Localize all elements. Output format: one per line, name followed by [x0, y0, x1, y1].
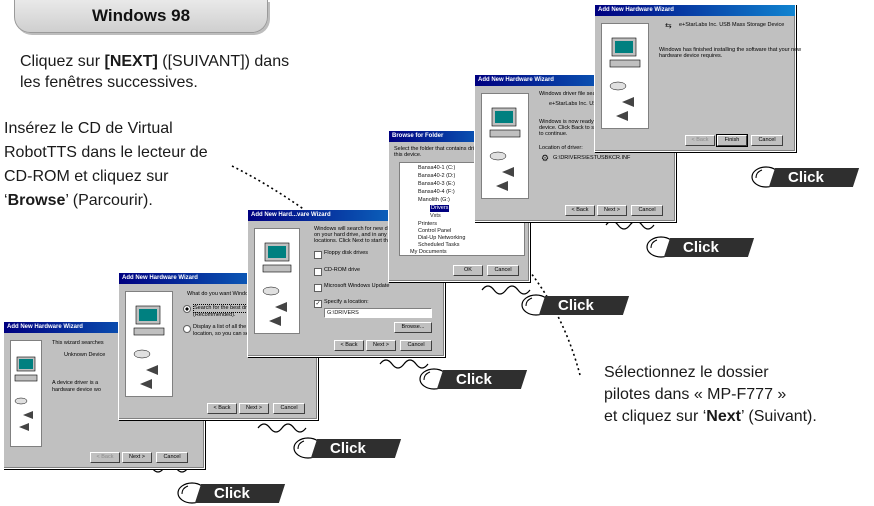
computer-icon	[133, 305, 165, 389]
dialog-1-line2: Unknown Device	[64, 352, 106, 358]
usb-icon: ⇆	[665, 21, 672, 30]
location-checkbox[interactable]: ✓	[314, 300, 322, 308]
computer-icon	[609, 37, 641, 121]
dialog-3-opt-location: Specify a location:	[324, 299, 369, 305]
dialog-5-location-value: G:\DRIVERS\ESTUSBKCR.INF	[553, 155, 631, 161]
dialog-1-line1: This wizard searches	[52, 340, 104, 346]
floppy-checkbox[interactable]	[314, 251, 322, 259]
wizard-illustration	[254, 228, 300, 334]
browse-button[interactable]: Browse...	[394, 322, 432, 333]
click-label: Click	[214, 485, 250, 502]
tree-item[interactable]: Bansa40-4 (F:)	[418, 189, 455, 196]
cancel-button[interactable]: Cancel	[156, 452, 188, 463]
back-button[interactable]: < Back	[334, 340, 364, 351]
click-badge-5: Click	[645, 234, 757, 260]
wizard-illustration	[10, 340, 42, 447]
computer-icon	[14, 356, 38, 431]
dialog-5-location-label: Location of driver:	[539, 145, 583, 151]
next-button[interactable]: Next >	[122, 452, 152, 463]
next-button[interactable]: Next >	[239, 403, 269, 414]
cdrom-checkbox[interactable]	[314, 268, 322, 276]
radio-display-list[interactable]	[183, 325, 191, 333]
click-label: Click	[456, 371, 492, 388]
dialog-3-opt-floppy: Floppy disk drives	[324, 250, 369, 256]
cancel-button[interactable]: Cancel	[487, 265, 519, 276]
click-badge-2: Click	[292, 435, 404, 461]
tree-item[interactable]: Dial-Up Networking	[418, 235, 465, 242]
driver-file-icon: ⚙	[541, 153, 550, 163]
back-button[interactable]: < Back	[90, 452, 120, 463]
dialog-5-line1: Windows driver file searc	[539, 91, 601, 97]
dialog-1-line3: A device driver is a	[52, 380, 99, 386]
tree-item-selected[interactable]: Drivers	[430, 205, 450, 212]
tree-item[interactable]: Bansa40-3 (E:)	[418, 181, 455, 188]
tree-item[interactable]: My Documents	[410, 249, 447, 256]
cancel-button[interactable]: Cancel	[631, 205, 663, 216]
finish-button[interactable]: Finish	[716, 134, 748, 147]
dialog-1-line4: hardware device wo	[52, 387, 101, 393]
dialog-2-question: What do you want Windows	[187, 291, 255, 297]
dialog-2-opt2: Display a list of all the dr	[193, 324, 253, 330]
ok-button[interactable]: OK	[453, 265, 483, 276]
tree-item[interactable]: Bansa40-2 (D:)	[418, 173, 455, 180]
tree-item[interactable]: Printers	[418, 221, 437, 228]
back-button[interactable]: < Back	[565, 205, 595, 216]
dialog-6-titlebar: Add New Hardware Wizard	[595, 5, 795, 16]
browse-prompt2: this device.	[394, 152, 422, 158]
click-label: Click	[788, 169, 824, 186]
dialog-6: Add New Hardware Wizard ⇆ e+StarLabs Inc…	[594, 4, 801, 152]
dialog-3-opt-cdrom: CD-ROM drive	[324, 267, 361, 273]
next-button[interactable]: Next >	[366, 340, 396, 351]
cancel-button[interactable]: Cancel	[751, 135, 783, 146]
click-label: Click	[558, 297, 594, 314]
back-button[interactable]: < Back	[207, 403, 237, 414]
tree-item[interactable]: Bansa40-1 (C:)	[418, 165, 455, 172]
tree-item[interactable]: Manolith (G:)	[418, 197, 450, 204]
dialog-2-opt2b: location, so you can sel	[193, 331, 251, 337]
dialog-3-opt-update: Microsoft Windows Update	[324, 283, 390, 289]
update-checkbox[interactable]	[314, 284, 322, 292]
click-badge-3: Click	[418, 366, 530, 392]
cancel-button[interactable]: Cancel	[273, 403, 305, 414]
click-badge-4: Click	[520, 292, 632, 318]
cancel-button[interactable]: Cancel	[400, 340, 432, 351]
radio-search[interactable]	[183, 305, 191, 313]
dialog-3-intro3: locations. Click Next to start the s	[314, 238, 396, 244]
click-label: Click	[330, 440, 366, 457]
wizard-illustration	[601, 23, 649, 129]
tree-item[interactable]: Control Panel	[418, 228, 451, 235]
wave-5	[605, 220, 655, 230]
dialog-6-device: e+StarLabs Inc. USB Mass Storage Device	[679, 22, 785, 28]
click-label: Click	[683, 239, 719, 256]
computer-icon	[489, 107, 521, 191]
tree-item[interactable]: Scheduled Tasks	[418, 242, 459, 249]
wave-2	[257, 423, 307, 433]
computer-icon	[262, 242, 292, 326]
wizard-illustration	[125, 291, 173, 397]
location-field[interactable]: G:\DRIVERS	[324, 308, 432, 318]
wizard-illustration	[481, 93, 529, 199]
dialog-2-opt1b: (Recommended).	[193, 312, 236, 318]
click-badge-1: Click	[176, 480, 288, 506]
dialog-5-line5: to continue.	[539, 131, 568, 137]
back-button[interactable]: < Back	[685, 135, 715, 146]
dialog-6-line2: hardware device requires.	[659, 53, 723, 59]
next-button[interactable]: Next >	[597, 205, 627, 216]
tree-item[interactable]: Vxts	[430, 213, 441, 220]
click-badge-6: Click	[750, 164, 862, 190]
